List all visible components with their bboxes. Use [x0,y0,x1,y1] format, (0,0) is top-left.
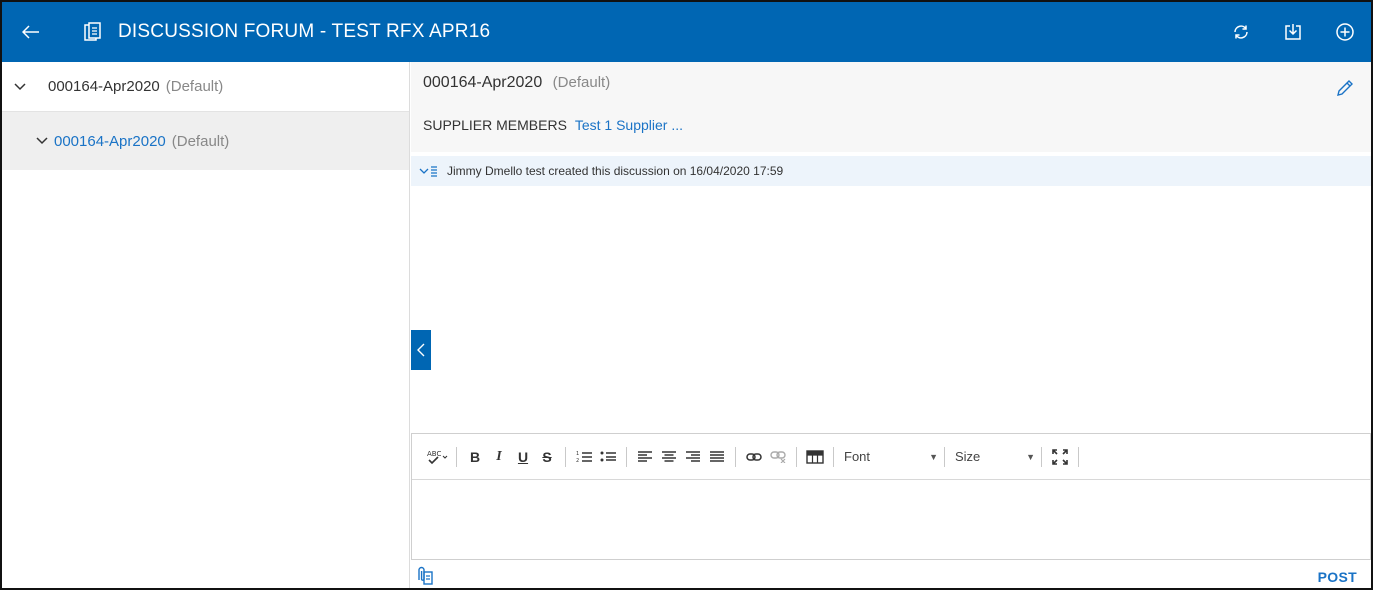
spellcheck-icon: ABC [427,450,448,464]
align-right-button[interactable] [683,445,703,469]
toolbar-separator [456,446,457,467]
maximize-button[interactable] [1050,445,1070,469]
size-select[interactable]: Size ▼ [955,449,1035,464]
toolbar-separator [626,446,627,467]
discussion-panel: 000164-Apr2020 (Default) SUPPLIER MEMBER… [411,62,1371,588]
chevron-down-icon[interactable] [14,82,32,91]
chevron-down-icon[interactable] [36,137,50,145]
back-button[interactable] [6,2,56,62]
edit-button[interactable] [1335,78,1357,100]
post-button[interactable]: POST [1318,569,1357,585]
tree-root-item[interactable]: 000164-Apr2020 (Default) [2,62,409,112]
discussion-entry: Jimmy Dmello test created this discussio… [411,156,1371,186]
members-link[interactable]: Test 1 Supplier ... [575,117,683,133]
refresh-button[interactable] [1215,2,1267,62]
toolbar-separator [1078,446,1079,467]
table-icon [806,449,824,464]
underline-icon: U [517,448,529,465]
align-right-icon [686,450,700,462]
collapse-panel-button[interactable] [411,330,431,370]
toolbar-separator [1041,446,1042,467]
tree-child-tag: (Default) [171,132,230,150]
numbered-list-button[interactable]: 12 [574,445,594,469]
justify-icon [710,450,724,462]
spellcheck-button[interactable]: ABC [426,445,448,469]
table-button[interactable] [805,445,825,469]
italic-icon: I [496,448,502,464]
numbered-list-icon: 12 [576,451,592,464]
download-icon [1285,24,1301,40]
dropdown-arrow-icon: ▼ [929,451,938,462]
toolbar-separator [944,446,945,467]
bold-button[interactable]: B [465,445,485,469]
svg-text:ABC: ABC [427,450,441,458]
tree-child-label[interactable]: 000164-Apr2020 [54,133,166,150]
message-editor: ABC B I U S 12 Font ▼ Size ▼ [411,433,1371,560]
underline-button[interactable]: U [513,445,533,469]
svg-text:2: 2 [576,458,579,464]
document-icon [78,2,108,62]
discussion-entry-text: Jimmy Dmello test created this discussio… [447,164,784,178]
expand-thread-icon[interactable] [419,164,447,178]
add-button[interactable] [1319,2,1371,62]
align-left-icon [638,450,652,462]
discussion-title: 000164-Apr2020 (Default) [423,74,610,92]
header-bar: DISCUSSION FORUM - TEST RFX APR16 [2,2,1371,62]
refresh-icon [1234,25,1248,39]
topic-tree-panel: 000164-Apr2020 (Default) 000164-Apr2020 … [2,62,410,588]
discussion-title-name: 000164-Apr2020 [423,74,543,91]
svg-text:1: 1 [576,451,579,457]
supplier-members: SUPPLIER MEMBERS Test 1 Supplier ... [423,117,683,133]
discussion-title-tag: (Default) [552,74,611,91]
font-select-label: Font [844,449,871,464]
align-center-icon [662,450,676,462]
editor-toolbar: ABC B I U S 12 Font ▼ Size ▼ [412,434,1370,480]
page-title: DISCUSSION FORUM - TEST RFX APR16 [118,21,491,42]
font-select[interactable]: Font ▼ [844,449,938,464]
italic-button[interactable]: I [489,445,509,469]
add-circle-icon [1336,23,1354,41]
chevron-left-icon [417,343,425,357]
bold-icon: B [469,448,481,465]
toolbar-separator [735,446,736,467]
pencil-icon [1337,80,1353,96]
tree-child-item[interactable]: 000164-Apr2020 (Default) [2,112,409,170]
bulleted-list-button[interactable] [598,445,618,469]
discussion-header: 000164-Apr2020 (Default) SUPPLIER MEMBER… [411,62,1371,152]
toolbar-separator [565,446,566,467]
justify-button[interactable] [707,445,727,469]
link-icon [746,452,762,461]
download-button[interactable] [1267,2,1319,62]
tree-root-label: 000164-Apr2020 [48,78,160,95]
members-label: SUPPLIER MEMBERS [423,117,567,133]
maximize-icon [1052,448,1068,465]
attach-button[interactable] [415,566,437,588]
unlink-button[interactable] [768,445,788,469]
align-center-button[interactable] [659,445,679,469]
dropdown-arrow-icon: ▼ [1026,451,1035,462]
bulleted-list-icon [600,451,616,461]
app-frame: DISCUSSION FORUM - TEST RFX APR16 000164… [0,0,1373,590]
unlink-icon [770,450,786,463]
strikethrough-icon: S [542,448,552,465]
attachment-icon [418,566,433,585]
link-button[interactable] [744,445,764,469]
toolbar-separator [833,446,834,467]
tree-root-tag: (Default) [165,78,224,95]
toolbar-separator [796,446,797,467]
back-arrow-icon [22,25,39,39]
message-input[interactable] [412,480,1370,559]
header-actions [1215,2,1371,62]
strikethrough-button[interactable]: S [537,445,557,469]
align-left-button[interactable] [635,445,655,469]
size-select-label: Size [955,449,981,464]
editor-footer: POST [411,560,1371,588]
